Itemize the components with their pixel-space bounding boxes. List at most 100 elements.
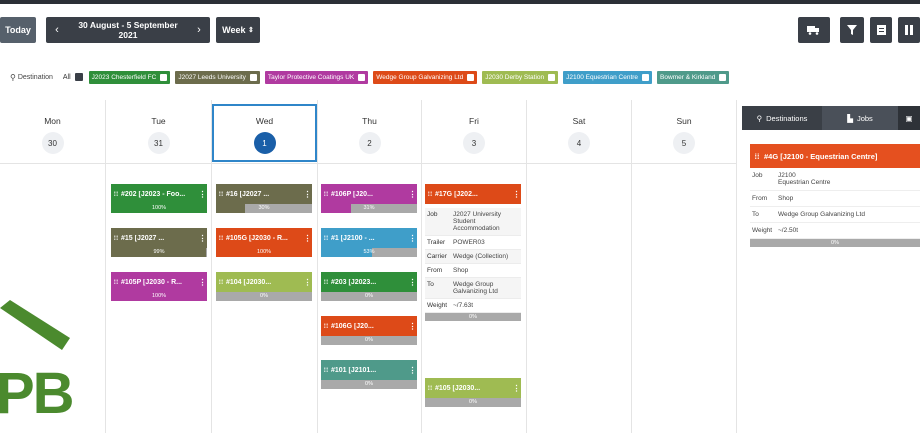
more-options-icon[interactable]: ⋮ bbox=[198, 190, 207, 199]
truck-filter-button[interactable] bbox=[798, 17, 830, 43]
job-card[interactable]: ⁞⁞ #104 [J2030... ⋮ 0% bbox=[216, 272, 312, 302]
job-card[interactable]: ⁞⁞ #105P [J2030 - R... ⋮ 100% bbox=[111, 272, 207, 302]
more-options-icon[interactable]: ⋮ bbox=[408, 322, 417, 331]
drag-handle-icon[interactable]: ⁞⁞ bbox=[321, 191, 331, 198]
job-card[interactable]: ⁞⁞ #203 [J2023... ⋮ 0% bbox=[321, 272, 417, 302]
more-options-icon[interactable]: ⋮ bbox=[408, 190, 417, 199]
tab-destinations[interactable]: ⚲ Destinations bbox=[742, 106, 822, 130]
tab-more[interactable]: ▣ bbox=[898, 106, 920, 130]
job-card-header[interactable]: ⁞⁞ #106P [J20... ⋮ bbox=[321, 184, 417, 204]
drag-handle-icon[interactable]: ⁞⁞ bbox=[216, 279, 226, 286]
filter-checkbox[interactable] bbox=[548, 73, 556, 81]
job-card-header[interactable]: ⁞⁞ #101 [J2101... ⋮ bbox=[321, 360, 417, 380]
tab-jobs[interactable]: ▙ Jobs bbox=[822, 106, 898, 130]
job-card[interactable]: ⁞⁞ #16 [J2027 ... ⋮ 30% bbox=[216, 184, 312, 214]
progress-label: 53% bbox=[363, 249, 375, 255]
job-card-header[interactable]: ⁞⁞ #105G [J2030 - R... ⋮ bbox=[216, 228, 312, 248]
day-column-sun[interactable]: Sun 5 bbox=[632, 100, 737, 433]
drag-handle-icon[interactable]: ⁞⁞ bbox=[321, 323, 331, 330]
panel-row-to: To Wedge Group Galvanizing Ltd bbox=[750, 207, 920, 223]
drag-handle-icon[interactable]: ⁞⁞ bbox=[425, 191, 435, 198]
filter-checkbox[interactable] bbox=[249, 73, 257, 81]
progress-bar: 30% bbox=[216, 204, 312, 213]
day-name: Sat bbox=[572, 116, 586, 126]
destination-filter-tag[interactable]: J2030 Derby Station bbox=[482, 70, 559, 84]
job-card-header[interactable]: ⁞⁞ #104 [J2030... ⋮ bbox=[216, 272, 312, 292]
drag-handle-icon[interactable]: ⁞⁞ bbox=[111, 279, 121, 286]
day-column-tue[interactable]: Tue 31 bbox=[106, 100, 212, 433]
view-select[interactable]: Week ⇕ bbox=[216, 17, 260, 43]
job-card[interactable]: ⁞⁞ #106P [J20... ⋮ 31% bbox=[321, 184, 417, 214]
job-card[interactable]: ⁞⁞ #106G [J20... ⋮ 0% bbox=[321, 316, 417, 346]
side-panel: ⚲ Destinations ▙ Jobs ▣ ⁞⁞ #4G [J2100 - Eq… bbox=[742, 106, 920, 433]
job-card-title: #15 [J2027 ... bbox=[121, 234, 165, 242]
job-card-header[interactable]: ⁞⁞ #106G [J20... ⋮ bbox=[321, 316, 417, 336]
filter-checkbox[interactable] bbox=[467, 73, 475, 81]
job-card[interactable]: ⁞⁞ #202 [J2023 - Foo... ⋮ 100% bbox=[111, 184, 207, 214]
job-card-header[interactable]: ⁞⁞ #15 [J2027 ... ⋮ bbox=[111, 228, 207, 248]
unscheduled-job-card[interactable]: ⁞⁞ #4G [J2100 - Equestrian Centre] Job J2… bbox=[750, 144, 920, 247]
drag-handle-icon[interactable]: ⁞⁞ bbox=[425, 385, 435, 392]
drag-handle-icon[interactable]: ⁞⁞ bbox=[111, 191, 121, 198]
drag-handle-icon[interactable]: ⁞⁞ bbox=[216, 191, 226, 198]
day-number[interactable]: 4 bbox=[568, 132, 590, 154]
job-card-header[interactable]: ⁞⁞ #16 [J2027 ... ⋮ bbox=[216, 184, 312, 204]
drag-handle-icon[interactable]: ⁞⁞ bbox=[321, 235, 331, 242]
job-card[interactable]: ⁞⁞ #1 [J2100 - ... ⋮ 53% bbox=[321, 228, 417, 258]
job-card-header[interactable]: ⁞⁞ #1 [J2100 - ... ⋮ bbox=[321, 228, 417, 248]
job-card[interactable]: ⁞⁞ #105 [J2030... ⋮ 0% bbox=[425, 378, 521, 408]
more-options-icon[interactable]: ⋮ bbox=[408, 278, 417, 287]
more-options-icon[interactable]: ⋮ bbox=[408, 234, 417, 243]
filter-tag-label: Taylor Protective Coatings UK bbox=[267, 73, 355, 81]
day-number[interactable]: 5 bbox=[673, 132, 695, 154]
job-card-header[interactable]: ⁞⁞ #203 [J2023... ⋮ bbox=[321, 272, 417, 292]
detail-row-job: Job J2027 University Student Accommodatio… bbox=[425, 208, 521, 236]
filter-checkbox[interactable] bbox=[358, 73, 366, 81]
more-options-icon[interactable]: ⋮ bbox=[198, 278, 207, 287]
more-options-icon[interactable]: ⋮ bbox=[303, 278, 312, 287]
filter-checkbox[interactable] bbox=[719, 73, 727, 81]
destination-filter-tag[interactable]: J2100 Equestrian Centre bbox=[563, 70, 653, 84]
destination-filter-tag[interactable]: Taylor Protective Coatings UK bbox=[264, 70, 369, 84]
progress-bar: 0% bbox=[321, 336, 417, 345]
more-options-icon[interactable]: ⋮ bbox=[408, 366, 417, 375]
filter-button[interactable] bbox=[840, 17, 864, 43]
filter-checkbox[interactable] bbox=[160, 73, 168, 81]
drag-handle-icon[interactable]: ⁞⁞ bbox=[216, 235, 226, 242]
destination-filter-tag[interactable]: Bowmer & Kirkland bbox=[657, 70, 730, 84]
all-checkbox[interactable] bbox=[74, 73, 83, 81]
job-card[interactable]: ⁞⁞ #101 [J2101... ⋮ 0% bbox=[321, 360, 417, 390]
job-card[interactable]: ⁞⁞ #105G [J2030 - R... ⋮ 100% bbox=[216, 228, 312, 258]
drag-handle-icon[interactable]: ⁞⁞ bbox=[321, 367, 331, 374]
day-name: Mon bbox=[44, 116, 61, 126]
day-number[interactable]: 3 bbox=[463, 132, 485, 154]
filter-checkbox[interactable] bbox=[642, 73, 650, 81]
day-number[interactable]: 2 bbox=[358, 132, 381, 154]
job-card-header[interactable]: ⁞⁞ #105P [J2030 - R... ⋮ bbox=[111, 272, 207, 292]
next-week-icon[interactable]: › bbox=[188, 24, 210, 36]
prev-week-icon[interactable]: ‹ bbox=[46, 24, 68, 36]
print-button[interactable] bbox=[870, 17, 892, 43]
drag-handle-icon[interactable]: ⁞⁞ bbox=[750, 152, 764, 161]
more-options-icon[interactable]: ⋮ bbox=[198, 234, 207, 243]
select-caret-icon: ⇕ bbox=[248, 27, 254, 34]
job-card[interactable]: ⁞⁞ #15 [J2027 ... ⋮ 99% bbox=[111, 228, 207, 258]
destination-filter-tag[interactable]: J2027 Leeds University bbox=[175, 70, 260, 84]
job-card-header[interactable]: ⁞⁞ #105 [J2030... ⋮ bbox=[425, 378, 521, 398]
more-options-icon[interactable]: ⋮ bbox=[512, 384, 521, 393]
job-card-header[interactable]: ⁞⁞ #202 [J2023 - Foo... ⋮ bbox=[111, 184, 207, 204]
destination-filter-tag[interactable]: Wedge Group Galvanizing Ltd bbox=[373, 70, 478, 84]
today-button[interactable]: Today bbox=[0, 17, 36, 43]
day-number[interactable]: 31 bbox=[147, 132, 170, 154]
job-card-header[interactable]: ⁞⁞ #4G [J2100 - Equestrian Centre] bbox=[750, 144, 920, 168]
day-number[interactable]: 30 bbox=[41, 132, 64, 154]
day-column-sat[interactable]: Sat 4 bbox=[527, 100, 632, 433]
destination-filter-tag[interactable]: J2023 Chesterfield FC bbox=[88, 70, 171, 84]
drag-handle-icon[interactable]: ⁞⁞ bbox=[111, 235, 121, 242]
job-card-header[interactable]: ⁞⁞ #17G [J202... ⋮ bbox=[425, 184, 521, 204]
drag-handle-icon[interactable]: ⁞⁞ bbox=[321, 279, 331, 286]
more-options-icon[interactable]: ⋮ bbox=[512, 190, 521, 199]
more-options-icon[interactable]: ⋮ bbox=[303, 234, 312, 243]
columns-button[interactable] bbox=[898, 17, 920, 43]
more-options-icon[interactable]: ⋮ bbox=[303, 190, 312, 199]
